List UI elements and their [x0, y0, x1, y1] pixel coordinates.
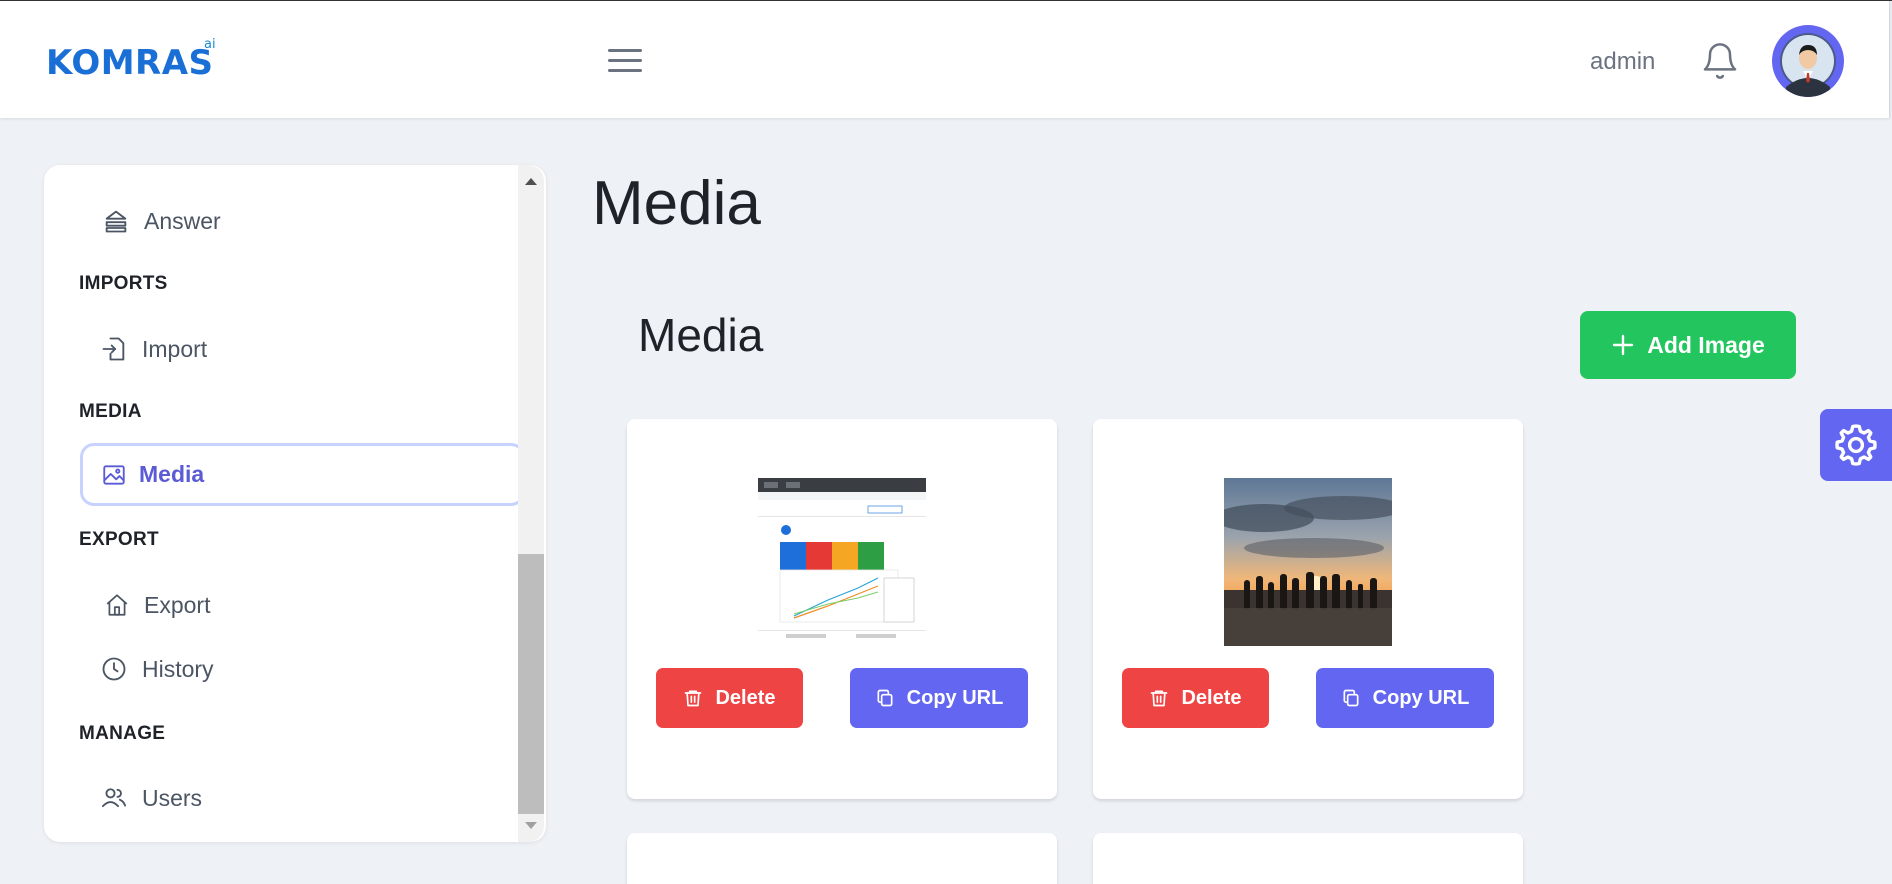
delete-button[interactable]: Delete [1122, 668, 1269, 728]
trash-icon [1151, 690, 1168, 707]
import-icon [102, 337, 125, 361]
scroll-up-icon[interactable] [524, 176, 538, 186]
sidebar-item-label: Answer [144, 207, 221, 234]
clock-icon [102, 657, 126, 681]
hamburger-line [608, 69, 642, 72]
home-icon [106, 594, 128, 616]
delete-label: Delete [715, 686, 776, 709]
copy-url-label: Copy URL [1372, 686, 1470, 709]
settings-button[interactable] [1820, 409, 1892, 481]
scroll-down-icon[interactable] [524, 821, 538, 831]
copy-icon [1343, 689, 1359, 707]
sidebar-item-users[interactable]: Users [100, 778, 202, 818]
sidebar-item-answer[interactable]: Answer [102, 201, 221, 241]
sidebar: Answer IMPORTS Import MEDIA Media EXPORT… [44, 165, 546, 842]
logo: KOMRAS [46, 43, 214, 83]
trash-icon [685, 690, 702, 707]
section-heading-media: MEDIA [79, 401, 142, 422]
copy-url-button[interactable]: Copy URL [850, 668, 1028, 728]
section-heading-export: EXPORT [79, 529, 159, 550]
delete-button[interactable]: Delete [656, 668, 803, 728]
media-thumbnail[interactable] [1224, 478, 1392, 646]
media-card: Delete Copy URL [1093, 419, 1523, 799]
gear-icon [1835, 424, 1877, 466]
users-icon [101, 788, 127, 808]
menu-toggle-button[interactable] [605, 46, 645, 76]
username[interactable]: admin [1590, 48, 1655, 76]
add-image-button[interactable]: Add Image [1580, 311, 1796, 379]
sidebar-item-label: Media [139, 461, 205, 487]
hamburger-line [608, 59, 642, 62]
image-icon [103, 464, 125, 485]
avatar[interactable] [1772, 25, 1844, 97]
top-header: KOMRAS ai admin [0, 1, 1890, 118]
media-card [1093, 833, 1523, 884]
media-card [627, 833, 1057, 884]
layers-icon [105, 210, 127, 233]
page-title: Media [592, 169, 761, 238]
section-heading-manage: MANAGE [79, 723, 166, 744]
sidebar-item-history[interactable]: History [100, 649, 214, 689]
sidebar-item-label: Users [142, 784, 203, 811]
media-thumbnail[interactable] [758, 478, 926, 646]
copy-url-label: Copy URL [906, 686, 1004, 709]
sidebar-item-media[interactable]: Media [80, 443, 525, 506]
logo-superscript: ai [204, 37, 216, 52]
sidebar-item-export[interactable]: Export [104, 585, 210, 625]
bell-icon[interactable] [1700, 41, 1740, 81]
section-title: Media [638, 309, 764, 361]
sidebar-item-label: Export [144, 591, 211, 618]
add-image-label: Add Image [1647, 331, 1765, 358]
sidebar-item-label: History [142, 655, 214, 682]
hamburger-line [608, 49, 642, 52]
copy-url-button[interactable]: Copy URL [1316, 668, 1494, 728]
section-heading-imports: IMPORTS [79, 273, 168, 294]
media-card: Delete Copy URL [627, 419, 1057, 799]
plus-icon [1613, 334, 1634, 356]
scrollbar-thumb[interactable] [518, 554, 544, 814]
sidebar-item-import[interactable]: Import [100, 329, 207, 369]
delete-label: Delete [1181, 686, 1242, 709]
copy-icon [877, 689, 893, 707]
sidebar-item-label: Import [142, 335, 208, 362]
